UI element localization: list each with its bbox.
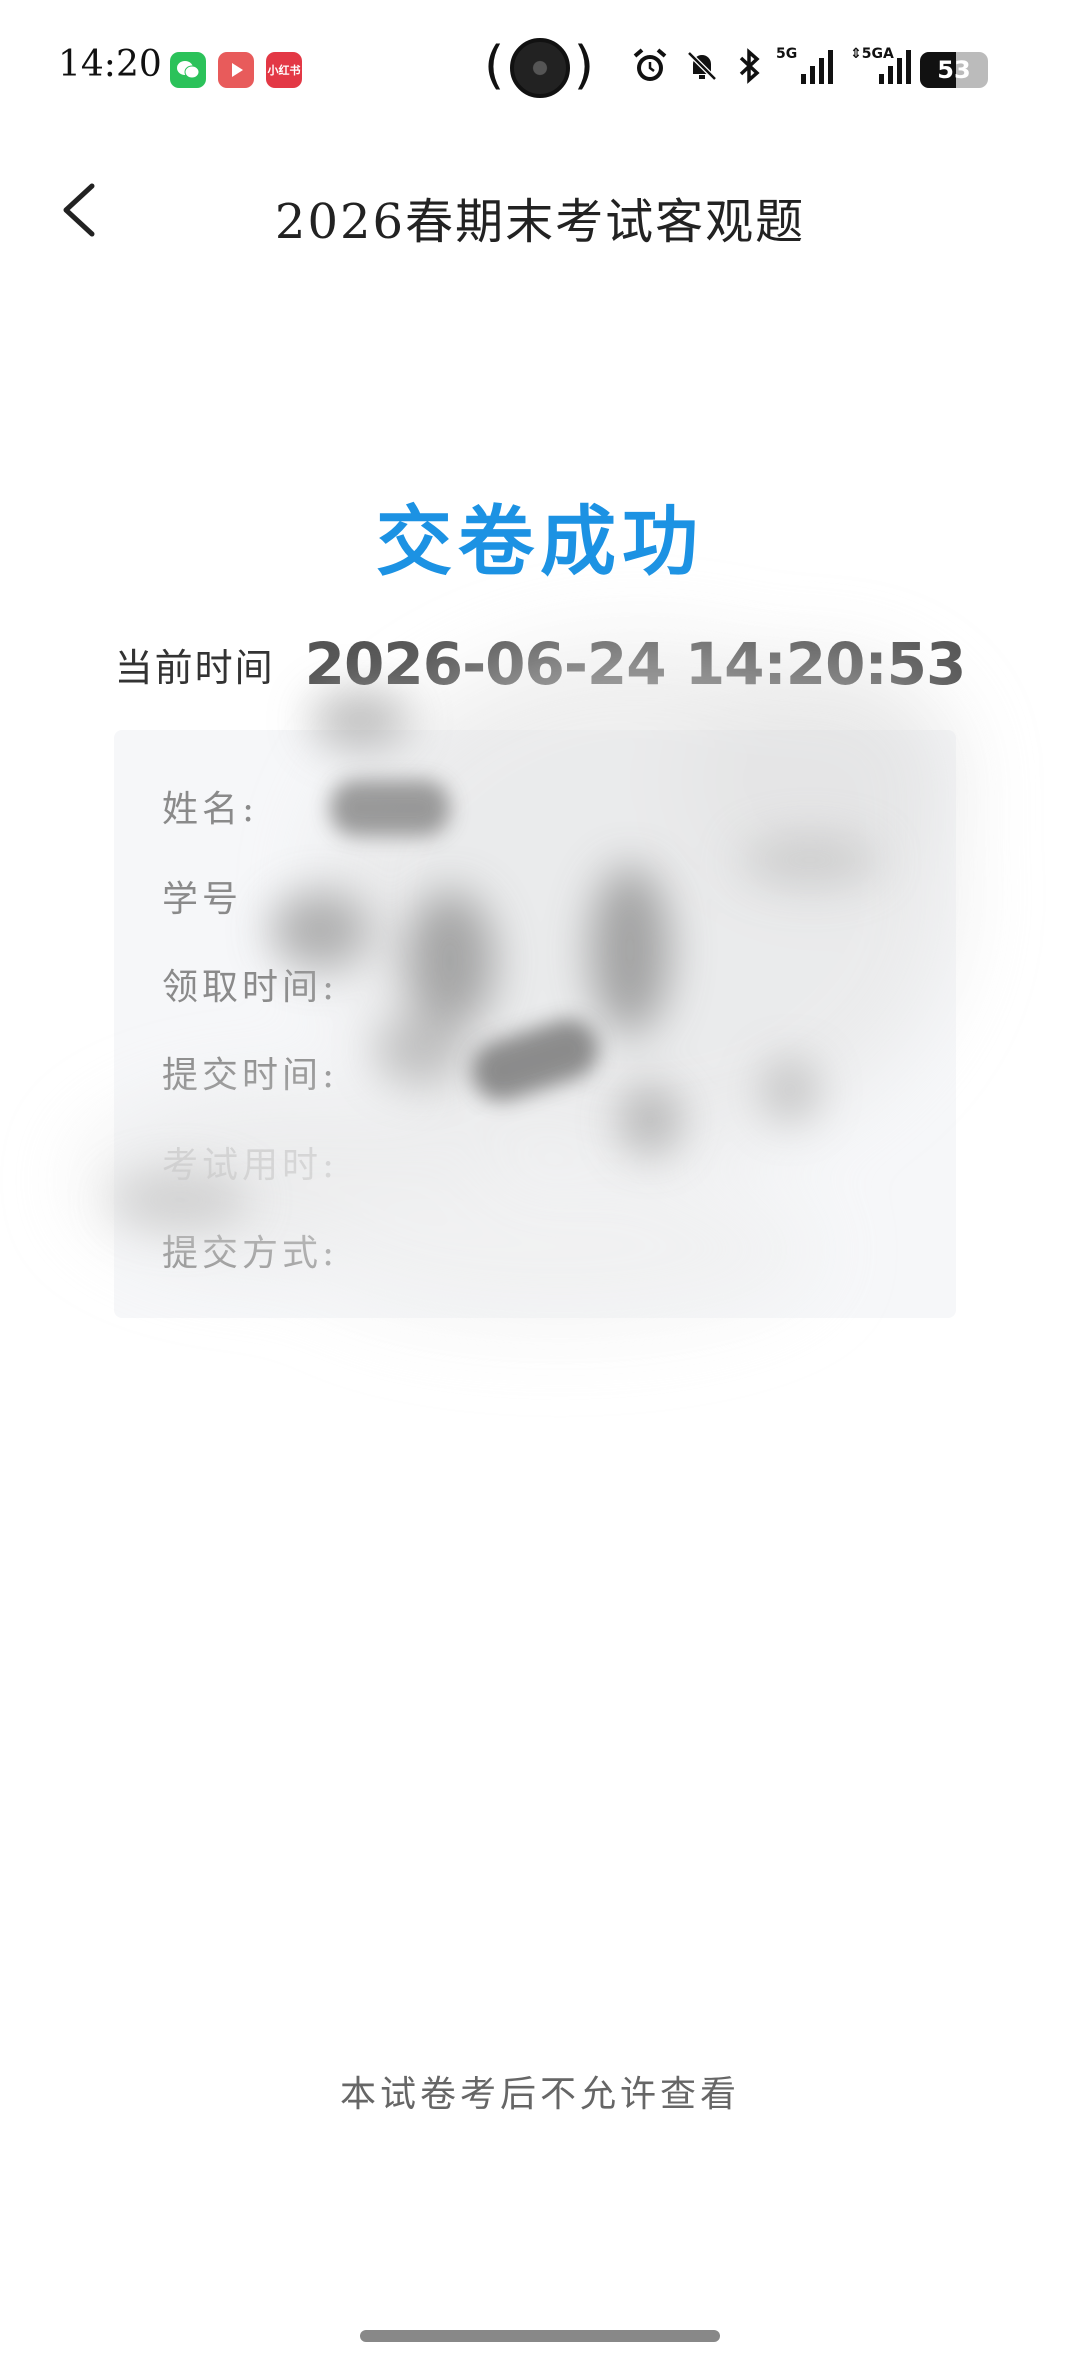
receive-time-label: 领取时间:: [162, 967, 339, 1008]
current-time-row: 当前时间 2026-06-24 14:20:53: [0, 630, 1080, 698]
submit-time-label: 提交时间:: [162, 1055, 339, 1096]
camera-indicator: ( ): [484, 36, 594, 98]
bluetooth-icon: [732, 44, 768, 88]
current-time-value: 2026-06-24 14:20:53: [304, 630, 967, 698]
status-bar: 14:20 小红书 ( ) 5G ⇕5GA 53: [0, 0, 1080, 140]
name-label: 姓名:: [162, 789, 259, 830]
submit-method-label: 提交方式:: [162, 1233, 339, 1274]
student-id-label: 学号: [162, 879, 243, 920]
bell-muted-icon: [680, 44, 724, 88]
review-notice: 本试卷考后不允许查看: [339, 2074, 740, 2115]
duration-label: 考试用时:: [162, 1145, 339, 1186]
exam-info-card: 姓名: 学号 领取时间: 提交时间: 考试用时: 提交方式:: [114, 730, 956, 1318]
camera-icon: [510, 38, 570, 98]
current-time-label: 当前时间: [114, 645, 275, 690]
submit-success-title: 交卷成功: [376, 497, 704, 586]
screen: 14:20 小红书 ( ) 5G ⇕5GA 53 2026春期末考试客观题 交卷…: [0, 0, 1080, 2378]
signal-5g-icon: 5G: [776, 44, 838, 88]
battery-icon: 53: [920, 52, 988, 88]
home-indicator[interactable]: [360, 2330, 720, 2342]
status-time: 14:20: [58, 44, 162, 85]
xiaohongshu-icon: 小红书: [266, 52, 302, 88]
nav-bar: 2026春期末考试客观题: [0, 150, 1080, 270]
wechat-icon: [170, 52, 206, 88]
video-app-icon: [218, 52, 254, 88]
signal-5ga-icon: ⇕5GA: [850, 44, 914, 88]
battery-level: 53: [937, 56, 971, 84]
page-title: 2026春期末考试客观题: [274, 194, 806, 250]
alarm-icon: [628, 44, 672, 88]
